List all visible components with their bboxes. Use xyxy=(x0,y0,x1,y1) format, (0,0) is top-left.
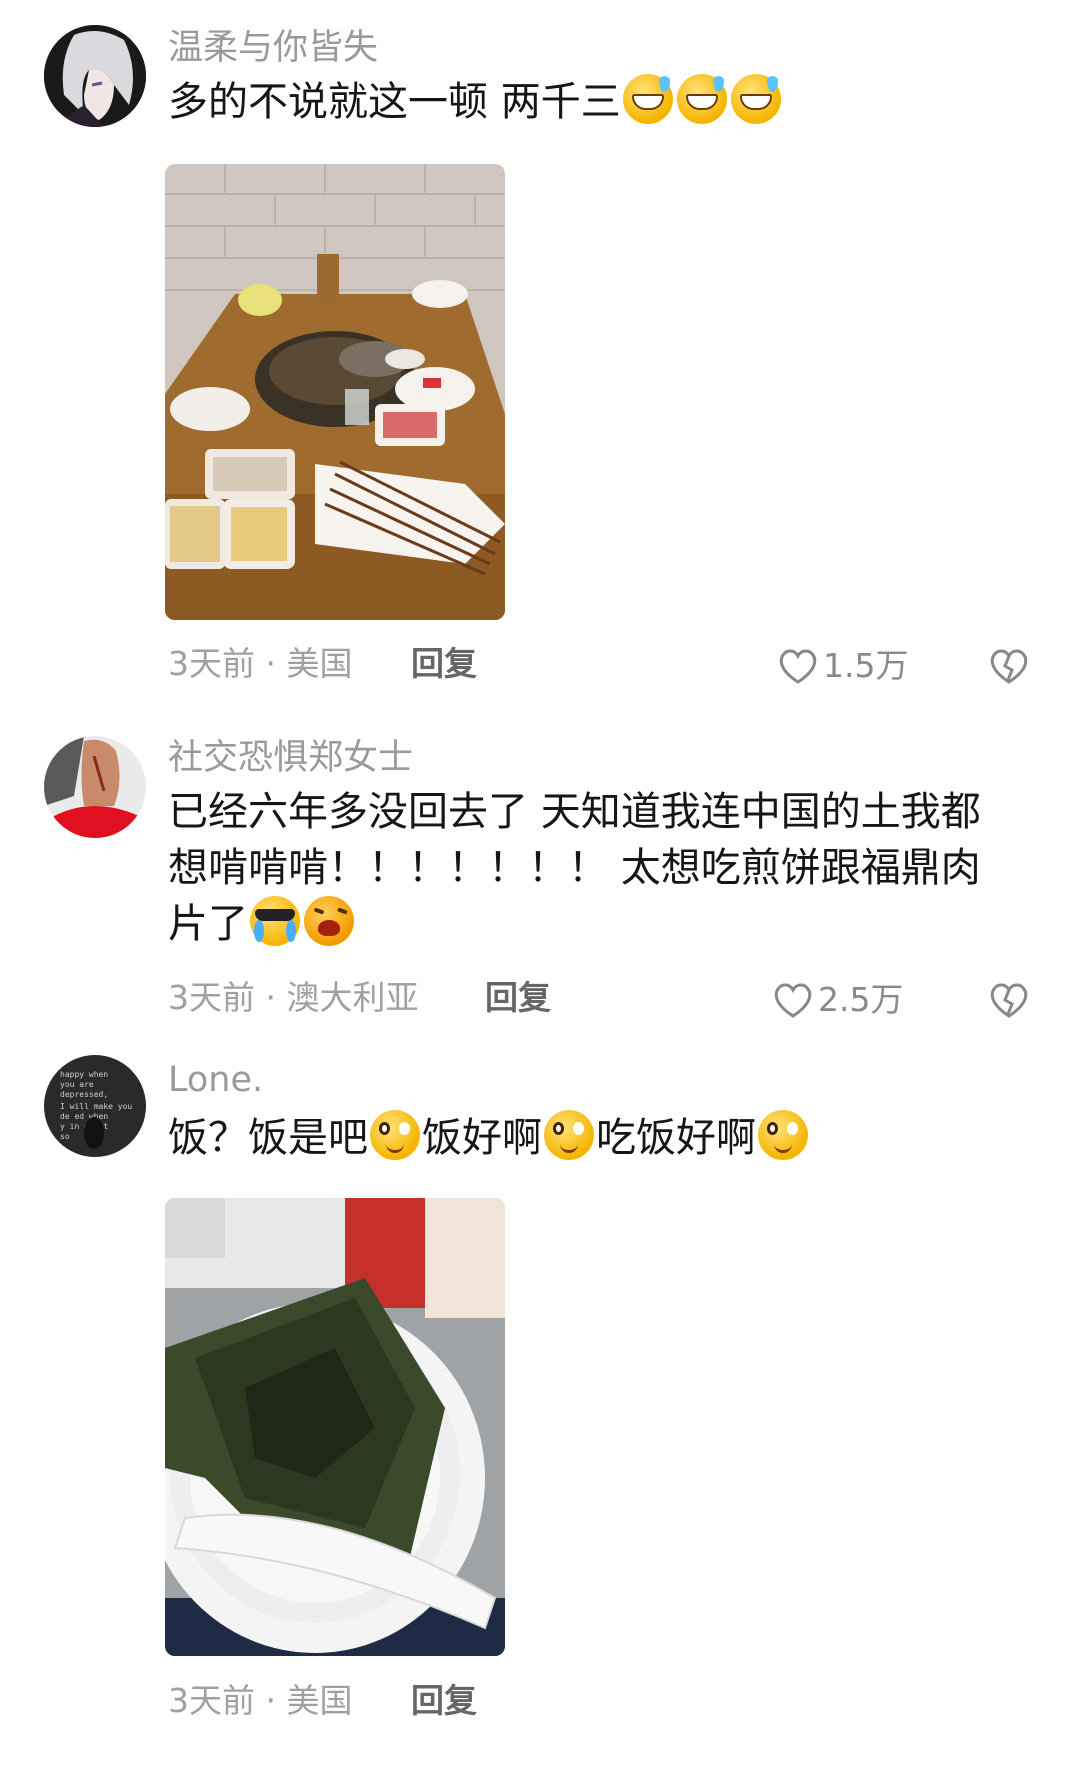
comment-text: 多的不说就这一顿 两千三 xyxy=(168,74,1038,130)
comment-text-line: 片了 xyxy=(168,901,248,947)
broken-heart-icon xyxy=(990,649,1028,684)
comment-text: 已经六年多没回去了 天知道我连中国的土我都 想啃啃啃！！！！！！！ 太想吃煎饼跟… xyxy=(168,784,1038,952)
separator: · xyxy=(265,1681,277,1720)
wide-eyed-emoji xyxy=(544,1110,594,1160)
username[interactable]: Lone. xyxy=(168,1060,263,1100)
timestamp: 3天前 xyxy=(168,1681,255,1720)
separator: · xyxy=(265,978,277,1017)
location: 澳大利亚 xyxy=(286,978,419,1017)
wide-eyed-emoji xyxy=(370,1110,420,1160)
dislike-button[interactable] xyxy=(988,980,1030,1024)
anime-avatar-image xyxy=(44,25,146,127)
location: 美国 xyxy=(286,1681,353,1720)
crying-emoji xyxy=(304,896,354,946)
reply-button[interactable]: 回复 xyxy=(485,978,551,1018)
comment-text-line: 已经六年多没回去了 天知道我连中国的土我都 xyxy=(168,789,981,835)
dislike-button[interactable] xyxy=(988,646,1030,690)
rice-seaweed-photo[interactable] xyxy=(165,1198,505,1656)
avatar[interactable] xyxy=(44,736,146,838)
heart-icon xyxy=(774,983,812,1018)
heart-icon xyxy=(779,649,817,684)
username[interactable]: 社交恐惧郑女士 xyxy=(168,738,413,778)
separator: · xyxy=(265,644,277,683)
comment-text-part: 吃饭好啊 xyxy=(596,1115,756,1161)
timestamp: 3天前 xyxy=(168,978,255,1017)
reply-button[interactable]: 回复 xyxy=(411,1681,477,1721)
dark-text-avatar-image: happy whenyou are depressed, I will make … xyxy=(44,1055,146,1157)
like-button[interactable]: 2.5万 xyxy=(772,980,903,1020)
comment-text-part: 饭？饭是吧 xyxy=(168,1115,368,1161)
location: 美国 xyxy=(286,644,353,683)
username[interactable]: 温柔与你皆失 xyxy=(168,28,378,68)
red-dress-avatar-image xyxy=(44,736,146,838)
hotpot-table-photo[interactable] xyxy=(165,164,505,620)
sweat-grin-emoji xyxy=(676,74,727,124)
comment-meta: 3天前 · 美国 xyxy=(168,644,353,684)
timestamp: 3天前 xyxy=(168,644,255,683)
comment-meta: 3天前 · 美国 xyxy=(168,1681,353,1721)
reply-button[interactable]: 回复 xyxy=(411,644,477,684)
svg-text:happy when: happy when xyxy=(60,1070,108,1079)
svg-text:depressed,: depressed, xyxy=(60,1090,108,1099)
comment-text-content: 多的不说就这一顿 两千三 xyxy=(168,79,621,125)
cool-tears-emoji xyxy=(250,896,300,946)
svg-text:I will make you: I will make you xyxy=(60,1102,132,1111)
broken-heart-icon xyxy=(990,983,1028,1018)
comment-text-part: 饭好啊 xyxy=(422,1115,542,1161)
like-button[interactable]: 1.5万 xyxy=(777,646,908,686)
svg-text:de ed when: de ed when xyxy=(60,1112,108,1121)
sweat-grin-emoji xyxy=(730,74,781,124)
like-count: 1.5万 xyxy=(823,646,909,685)
like-count: 2.5万 xyxy=(818,980,904,1019)
avatar[interactable] xyxy=(44,25,146,127)
comment-text: 饭？饭是吧 饭好啊 吃饭好啊 xyxy=(168,1110,1038,1166)
svg-text:so: so xyxy=(60,1132,70,1141)
sweat-grin-emoji xyxy=(622,74,673,124)
comment-text-line: 想啃啃啃！！！！！！！ 太想吃煎饼跟福鼎肉 xyxy=(168,845,981,891)
comment-meta: 3天前 · 澳大利亚 xyxy=(168,978,419,1018)
avatar[interactable]: happy when you are depressed, I will make … xyxy=(44,1055,146,1157)
svg-text:you are: you are xyxy=(60,1080,94,1089)
wide-eyed-emoji xyxy=(758,1110,808,1160)
